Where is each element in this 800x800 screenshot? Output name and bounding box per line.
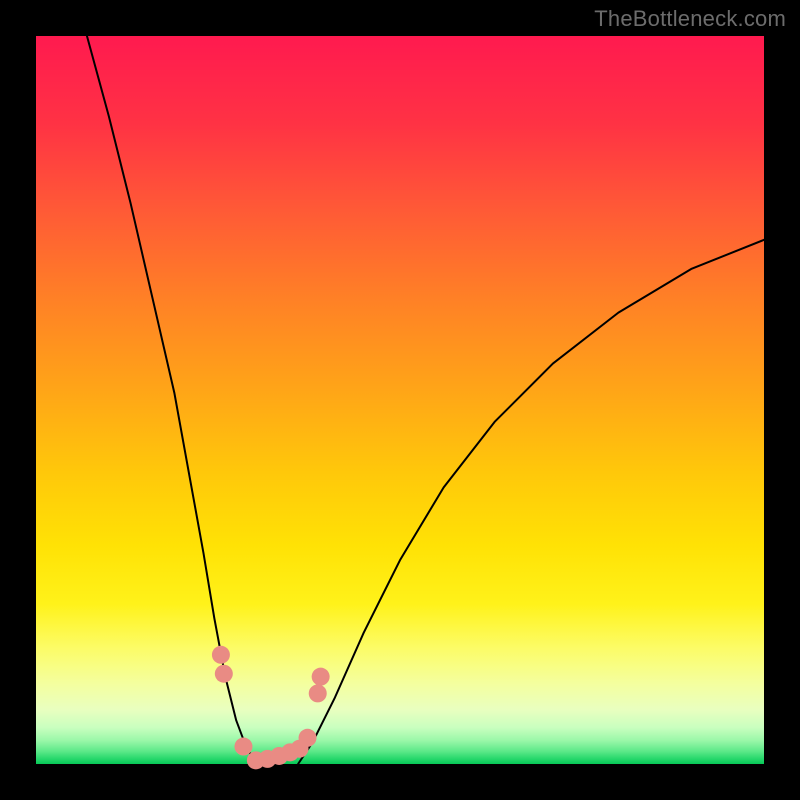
marker-point bbox=[215, 665, 233, 683]
marker-point bbox=[299, 729, 317, 747]
marker-point bbox=[309, 684, 327, 702]
watermark-text: TheBottleneck.com bbox=[594, 6, 786, 32]
chart-frame: TheBottleneck.com bbox=[0, 0, 800, 800]
marker-point bbox=[234, 738, 252, 756]
marker-point bbox=[312, 668, 330, 686]
plot-background bbox=[36, 36, 764, 764]
marker-point bbox=[212, 646, 230, 664]
bottleneck-chart bbox=[0, 0, 800, 800]
